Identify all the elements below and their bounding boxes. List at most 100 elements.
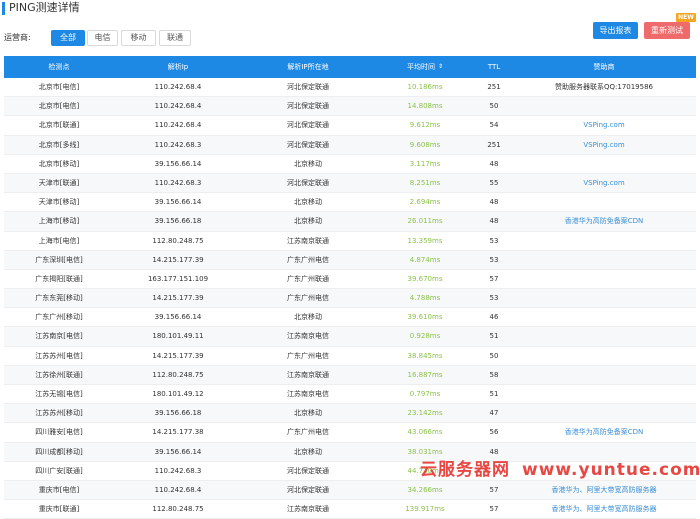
- cell-check-point: 天津市[联通]: [38, 178, 80, 187]
- cell-resolved-ip: 110.242.68.4: [154, 102, 202, 111]
- cell-check-point: 重庆市[联通]: [38, 505, 80, 514]
- cell-ip-location: 北京移动: [294, 313, 322, 322]
- cell-ttl: 53: [489, 294, 499, 303]
- cell-resolved-ip: 180.101.49.12: [152, 390, 204, 398]
- table-row: 四川雅安[电信] 14.215.177.38 广东广州电信 43.066ms 56 香港华…: [4, 423, 696, 443]
- cell-resolved-ip: 110.242.68.3: [154, 466, 202, 475]
- cell-avg-time: 0.797ms: [409, 390, 441, 398]
- cell-sponsor[interactable]: VSPing.com: [512, 174, 696, 192]
- cell-avg-time: 23.142ms: [407, 409, 443, 418]
- cell-check-point: 北京市[电信]: [38, 83, 80, 91]
- table-row: 重庆市[联通] 112.80.248.75 江苏南京联通 139.917ms 57 香港华…: [4, 500, 696, 519]
- cell-ip-location: 广东广州电信: [287, 351, 329, 360]
- carrier-unicom-tab[interactable]: 联通: [159, 30, 191, 46]
- carrier-telecom-tab[interactable]: 电信: [87, 30, 118, 46]
- table-row: 广东东莞[移动] 14.215.177.39 广东广州电信 4.788ms 53: [4, 289, 696, 309]
- export-report-button[interactable]: 导出报表: [593, 22, 638, 39]
- cell-avg-time: 0.928ms: [409, 332, 441, 341]
- cell-check-point: 四川成都[移动]: [35, 447, 83, 456]
- cell-ip-location: 河北保定联通: [287, 178, 329, 187]
- cell-avg-time: 4.788ms: [409, 294, 441, 303]
- cell-ip-location: 河北保定联通: [287, 140, 329, 149]
- table-row: 江苏无锡[电信] 180.101.49.12 江苏南京电信 0.797ms 51: [4, 385, 696, 405]
- header-ip-location: 解析IP所在地: [287, 63, 329, 71]
- cell-check-point: 天津市[移动]: [38, 198, 80, 207]
- table-row: 江苏苏州[电信] 14.215.177.39 广东广州电信 38.845ms 50: [4, 347, 696, 366]
- cell-ip-location: 北京移动: [294, 217, 322, 226]
- cell-ttl: 54: [489, 121, 499, 130]
- ping-results-table: 检测点 解析Ip 解析IP所在地 平均时间 ⇕ TTL 赞助商 北京市[电信] 11…: [4, 56, 696, 519]
- cell-check-point: 江苏南京[电信]: [35, 332, 83, 341]
- cell-resolved-ip: 110.242.68.3: [154, 140, 202, 149]
- header-avg-time[interactable]: 平均时间 ⇕: [374, 56, 476, 78]
- cell-avg-time: 34.266ms: [407, 485, 443, 494]
- cell-sponsor[interactable]: VSPing.com: [512, 136, 696, 154]
- cell-ttl: 56: [489, 428, 499, 437]
- carrier-mobile-tab[interactable]: 移动: [121, 30, 156, 46]
- cell-ip-location: 广东广州电信: [287, 294, 329, 303]
- cell-check-point: 江苏徐州[联通]: [35, 370, 83, 379]
- table-row: 江苏苏州[移动] 39.156.66.18 北京移动 23.142ms 47: [4, 404, 696, 424]
- carrier-all-tab[interactable]: 全部: [51, 30, 85, 46]
- cell-ttl: 57: [489, 274, 499, 283]
- cell-ip-location: 广东广州联通: [287, 274, 329, 283]
- table-row: 广东深圳[电信] 14.215.177.39 广东广州电信 4.874ms 53: [4, 250, 696, 270]
- cell-avg-time: 10.186ms: [407, 83, 443, 91]
- cell-ttl: 53: [489, 236, 499, 245]
- cell-resolved-ip: 110.242.68.4: [154, 121, 202, 130]
- cell-avg-time: 13.359ms: [407, 236, 443, 245]
- cell-check-point: 广东深圳[电信]: [35, 255, 83, 264]
- cell-check-point: 江苏无锡[电信]: [35, 390, 83, 398]
- cell-resolved-ip: 39.156.66.14: [154, 198, 202, 207]
- cell-ttl: 51: [489, 332, 499, 341]
- cell-sponsor[interactable]: 香港华为高防免备案CDN: [512, 423, 696, 441]
- cell-sponsor[interactable]: 香港华为、阿里大带宽高防服务器: [512, 481, 696, 499]
- cell-avg-time: 9.608ms: [409, 140, 441, 149]
- page-title: PING测速详情: [9, 1, 80, 14]
- cell-resolved-ip: 14.215.177.39: [152, 351, 204, 360]
- cell-ip-location: 河北保定联通: [287, 121, 329, 130]
- cell-check-point: 广东揭阳[联通]: [35, 274, 83, 283]
- cell-ttl: 46: [489, 313, 499, 322]
- cell-ip-location: 广东广州电信: [287, 255, 329, 264]
- cell-resolved-ip: 14.215.177.39: [152, 255, 204, 264]
- cell-ip-location: 河北保定联通: [287, 102, 329, 111]
- cell-check-point: 北京市[联通]: [38, 121, 80, 130]
- cell-sponsor[interactable]: 香港华为高防免备案CDN: [512, 212, 696, 230]
- cell-resolved-ip: 39.156.66.18: [154, 217, 202, 226]
- table-header: 检测点 解析Ip 解析IP所在地 平均时间 ⇕ TTL 赞助商: [4, 56, 696, 78]
- cell-ip-location: 河北保定联通: [287, 83, 329, 91]
- retest-button[interactable]: 重新测试: [644, 22, 690, 39]
- cell-resolved-ip: 39.156.66.18: [154, 409, 202, 418]
- cell-sponsor[interactable]: 香港华为、阿里大带宽高防服务器: [512, 500, 696, 518]
- cell-avg-time: 16.887ms: [407, 370, 443, 379]
- cell-check-point: 上海市[电信]: [38, 236, 80, 245]
- cell-check-point: 广东东莞[移动]: [35, 294, 83, 303]
- cell-avg-time: 4.874ms: [409, 255, 441, 264]
- cell-check-point: 上海市[移动]: [38, 217, 80, 226]
- header-sponsor: 赞助商: [593, 63, 615, 71]
- cell-resolved-ip: 163.177.151.109: [147, 274, 209, 283]
- table-row: 北京市[多线] 110.242.68.3 河北保定联通 9.608ms 251 VSPin…: [4, 135, 696, 155]
- table-row: 广东揭阳[联通] 163.177.151.109 广东广州联通 39.670ms 57: [4, 270, 696, 290]
- cell-avg-time: 3.117ms: [409, 159, 441, 168]
- table-row: 北京市[电信] 110.242.68.4 河北保定联通 14.808ms 50: [4, 97, 696, 117]
- table-row: 江苏南京[电信] 180.101.49.11 江苏南京电信 0.928ms 51: [4, 327, 696, 347]
- header-avg-time-label: 平均时间: [406, 63, 435, 71]
- cell-avg-time: 2.694ms: [409, 198, 441, 207]
- sort-icon[interactable]: ⇕: [438, 56, 443, 78]
- cell-ttl: 47: [489, 409, 499, 418]
- table-row: 上海市[电信] 112.80.248.75 江苏南京联通 13.359ms 53: [4, 232, 696, 251]
- cell-check-point: 四川雅安[电信]: [35, 428, 83, 437]
- cell-sponsor[interactable]: VSPing.com: [512, 116, 696, 134]
- cell-avg-time: 8.251ms: [409, 178, 441, 187]
- header-resolved-ip: 解析Ip: [167, 63, 189, 71]
- header-check-point: 检测点: [48, 63, 70, 71]
- cell-resolved-ip: 180.101.49.11: [152, 332, 204, 341]
- cell-ttl: 251: [487, 83, 501, 91]
- header-ttl: TTL: [487, 63, 501, 71]
- cell-ttl: 51: [489, 390, 499, 398]
- cell-avg-time: 39.610ms: [407, 313, 443, 322]
- cell-ip-location: 江苏南京电信: [287, 390, 329, 398]
- cell-ttl: 48: [489, 217, 499, 226]
